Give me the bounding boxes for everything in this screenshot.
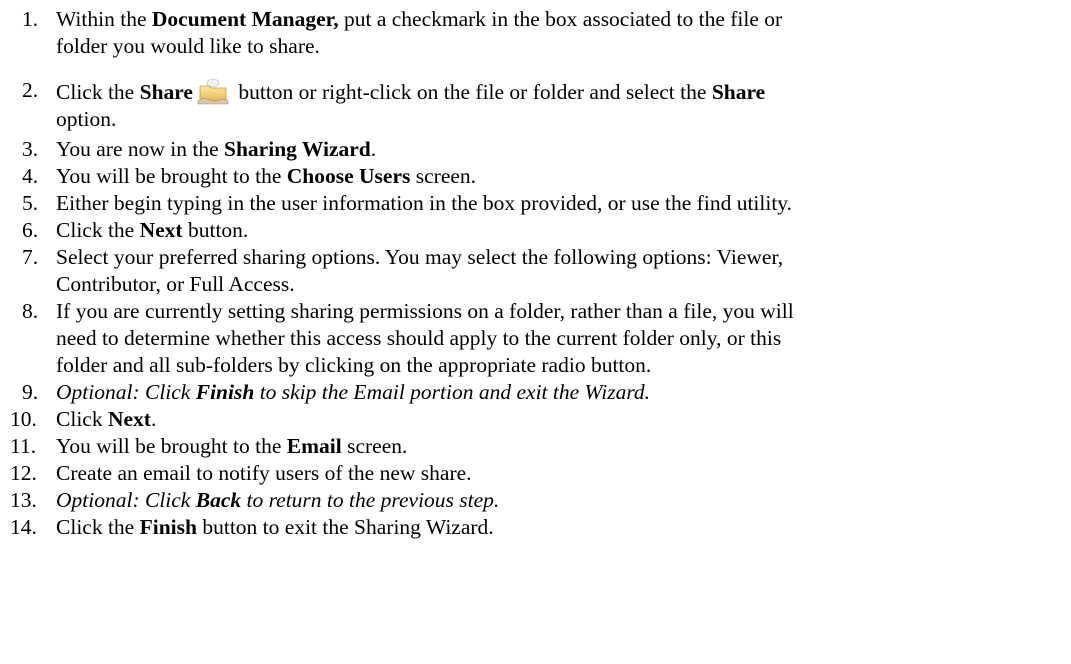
ui-term: Finish — [195, 380, 255, 404]
ui-term: Email — [286, 434, 342, 458]
step-text: . — [370, 137, 377, 161]
step-text: If you are currently setting sharing per… — [56, 299, 794, 323]
step-text: You are now in the — [56, 137, 225, 161]
step-text: . — [150, 407, 157, 431]
step-number: 1. — [22, 7, 39, 31]
ui-term: Finish — [139, 515, 197, 539]
ui-term: Sharing Wizard — [224, 137, 371, 161]
step-text: You will be brought to the — [56, 434, 287, 458]
step-text: Create an email to notify users of the n… — [56, 461, 472, 485]
step-text: screen. — [410, 164, 477, 188]
document-page: 1. Within the Document Manager, put a ch… — [0, 0, 1071, 664]
step-text: You will be brought to the — [56, 164, 287, 188]
step-number: 8. — [22, 299, 39, 323]
step-text: to skip the Email portion and exit the W… — [254, 380, 651, 404]
step-number: 5. — [22, 191, 39, 215]
step-text: Within the — [56, 7, 152, 31]
ui-term: Share — [139, 80, 193, 104]
step-number: 7. — [22, 245, 39, 269]
step-text: button. — [182, 218, 249, 242]
share-folder-icon — [197, 78, 229, 105]
step-text: folder and all sub-folders by clicking o… — [56, 353, 652, 377]
step-text: screen. — [341, 434, 408, 458]
step-text: Click — [56, 407, 108, 431]
step-text: Click the — [56, 80, 140, 104]
step-text: Either begin typing in the user informat… — [56, 191, 793, 215]
step-number: 6. — [22, 218, 39, 242]
ui-term: Next — [139, 218, 183, 242]
step-text: option. — [56, 107, 117, 131]
step-text: Select your preferred sharing options. Y… — [56, 245, 784, 269]
step-text: Optional: Click — [56, 488, 196, 512]
step-text: Contributor, or Full Access. — [56, 272, 295, 296]
step-text: to return to the previous step. — [241, 488, 500, 512]
step-number: 10. — [10, 407, 37, 431]
step-text: Optional: Click — [56, 380, 196, 404]
step-text: folder you would like to share. — [56, 34, 320, 58]
ui-term: Next — [107, 407, 151, 431]
ui-term: Share — [711, 80, 766, 104]
step-text: Click the — [56, 218, 140, 242]
step-number: 11. — [10, 434, 37, 458]
ui-term: Back — [195, 488, 242, 512]
step-number: 4. — [22, 164, 39, 188]
step-number: 12. — [10, 461, 37, 485]
ui-term: Choose Users — [286, 164, 411, 188]
step-text: button or right-click on the file or fol… — [232, 80, 712, 104]
step-text: button to exit the Sharing Wizard. — [196, 515, 494, 539]
step-number: 3. — [22, 137, 39, 161]
step-text: put a checkmark in the box associated to… — [338, 7, 783, 31]
step-text: Click the — [56, 515, 140, 539]
step-text: need to determine whether this access sh… — [56, 326, 782, 350]
step-number: 13. — [10, 488, 37, 512]
step-number: 2. — [22, 78, 39, 102]
step-number: 14. — [10, 515, 37, 539]
ui-term: Document Manager, — [151, 7, 339, 31]
step-number: 9. — [22, 380, 39, 404]
